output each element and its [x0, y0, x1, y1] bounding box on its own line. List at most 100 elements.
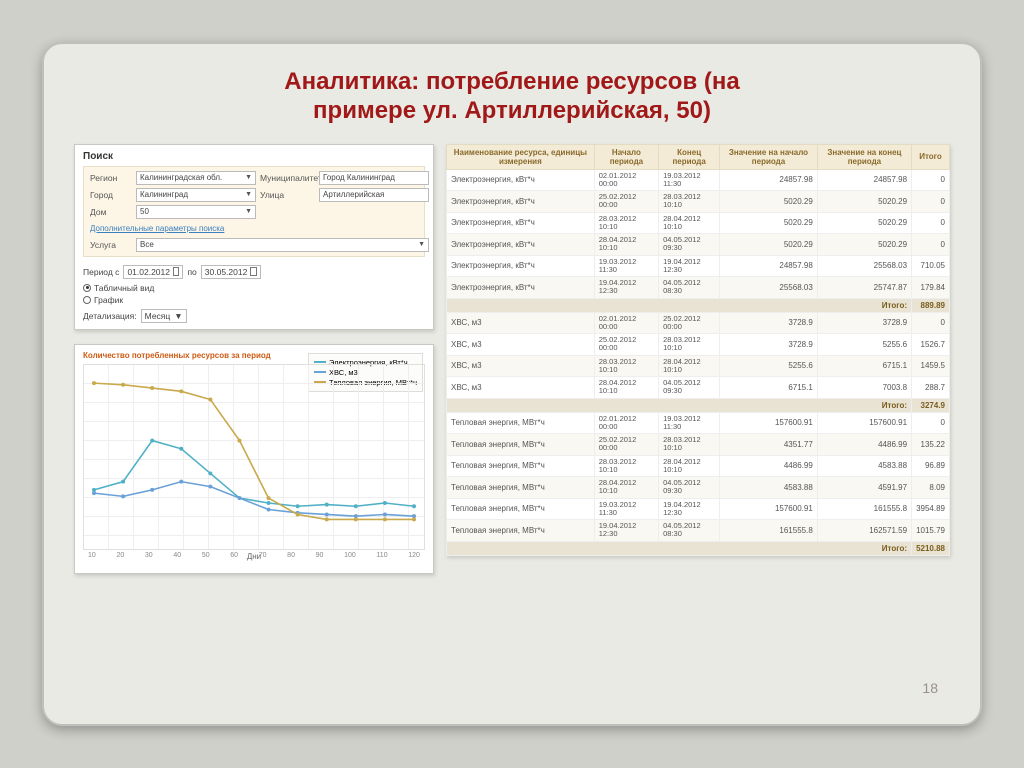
table-row: Электроэнергия, кВт*ч02.01.201200:0019.0…	[447, 169, 950, 191]
x-axis-ticks: 102030405060708090100110120	[84, 552, 424, 559]
radio-table-view[interactable]: Табличный вид	[83, 283, 425, 293]
table-cell: 1459.5	[912, 355, 950, 377]
table-cell: 28.04.201210:10	[594, 234, 658, 256]
table-cell: 5020.29	[720, 234, 818, 256]
table-header-row: Наименование ресурса, единицы измеренияН…	[447, 144, 950, 169]
table-cell: 8.09	[912, 477, 950, 499]
calendar-icon	[250, 267, 256, 276]
chevron-down-icon: ▼	[245, 189, 252, 201]
subtotal-row: Итого:3274.9	[447, 398, 950, 412]
table-cell: 4351.77	[720, 434, 818, 456]
table-cell: 5020.29	[817, 191, 911, 213]
chevron-down-icon: ▼	[418, 239, 425, 251]
detal-select[interactable]: Месяц▼	[141, 309, 187, 323]
chart-svg	[84, 365, 424, 549]
table-cell: 0	[912, 169, 950, 191]
slide-frame: Аналитика: потребление ресурсов (на прим…	[42, 42, 982, 726]
table-cell: 04.05.201209:30	[659, 377, 720, 399]
table-row: Тепловая энергия, МВт*ч28.04.201210:1004…	[447, 477, 950, 499]
table-row: Электроэнергия, кВт*ч28.03.201210:1028.0…	[447, 212, 950, 234]
table-cell: 28.04.201210:10	[594, 377, 658, 399]
left-column: Поиск Регион Калининградская обл.▼ Муниц…	[74, 144, 434, 574]
table-cell: 6715.1	[720, 377, 818, 399]
page-number: 18	[922, 680, 938, 696]
city-label: Город	[90, 190, 132, 200]
city-select[interactable]: Калининград▼	[136, 188, 256, 202]
table-body: Электроэнергия, кВт*ч02.01.201200:0019.0…	[447, 169, 950, 555]
table-cell: 02.01.201200:00	[594, 412, 658, 434]
street-select[interactable]: Артиллерийская	[319, 188, 429, 202]
table-cell: 4583.88	[720, 477, 818, 499]
date-from-input[interactable]: 01.02.2012	[123, 265, 183, 279]
table-cell: 28.03.201210:10	[594, 355, 658, 377]
table-cell: 4486.99	[720, 455, 818, 477]
table-cell: 19.03.201211:30	[594, 498, 658, 520]
page-title: Аналитика: потребление ресурсов (на прим…	[74, 68, 950, 126]
table-header-cell: Начало периода	[594, 144, 658, 169]
table-cell: 179.84	[912, 277, 950, 299]
table-cell: 161555.8	[817, 498, 911, 520]
table-row: Электроэнергия, кВт*ч25.02.201200:0028.0…	[447, 191, 950, 213]
table-cell: 161555.8	[720, 520, 818, 542]
table-cell: 28.03.201210:10	[659, 191, 720, 213]
table-header-cell: Итого	[912, 144, 950, 169]
table-row: Тепловая энергия, МВт*ч28.03.201210:1028…	[447, 455, 950, 477]
table-cell: 25.02.201200:00	[594, 434, 658, 456]
table-cell: 157600.91	[817, 412, 911, 434]
table-cell: 0	[912, 412, 950, 434]
table-cell: 3954.89	[912, 498, 950, 520]
table-cell: Тепловая энергия, МВт*ч	[447, 434, 595, 456]
period-label: Период с	[83, 267, 119, 277]
table-row: ХВС, м325.02.201200:0028.03.201210:10372…	[447, 334, 950, 356]
table-header-cell: Наименование ресурса, единицы измерения	[447, 144, 595, 169]
table-cell: 1526.7	[912, 334, 950, 356]
table-cell: Тепловая энергия, МВт*ч	[447, 498, 595, 520]
table-cell: 7003.8	[817, 377, 911, 399]
table-cell: 28.04.201210:10	[594, 477, 658, 499]
table-row: Электроэнергия, кВт*ч19.03.201211:3019.0…	[447, 255, 950, 277]
table-cell: 288.7	[912, 377, 950, 399]
title-line-1: Аналитика: потребление ресурсов (на	[284, 68, 739, 95]
service-select[interactable]: Все▼	[136, 238, 429, 252]
table-cell: Тепловая энергия, МВт*ч	[447, 520, 595, 542]
house-select[interactable]: 50▼	[136, 205, 256, 219]
table-cell: 5255.6	[817, 334, 911, 356]
period-to-label: по	[187, 267, 196, 277]
table-cell: 25.02.201200:00	[594, 191, 658, 213]
table-cell: 5020.29	[817, 212, 911, 234]
table-cell: 19.03.201211:30	[594, 255, 658, 277]
table-cell: Тепловая энергия, МВт*ч	[447, 412, 595, 434]
muni-select[interactable]: Город Калининград	[319, 171, 429, 185]
table-cell: 3728.9	[720, 334, 818, 356]
table-row: Тепловая энергия, МВт*ч19.04.201212:3004…	[447, 520, 950, 542]
table-cell: 04.05.201209:30	[659, 477, 720, 499]
table-cell: 02.01.201200:00	[594, 169, 658, 191]
extra-params-link[interactable]: Дополнительные параметры поиска	[90, 224, 429, 233]
service-label: Услуга	[90, 240, 132, 250]
table-cell: 4591.97	[817, 477, 911, 499]
search-grid: Регион Калининградская обл.▼ Муниципалит…	[83, 166, 425, 257]
table-cell: 19.04.201212:30	[594, 277, 658, 299]
table-cell: 28.04.201210:10	[659, 355, 720, 377]
table-cell: 157600.91	[720, 412, 818, 434]
table-cell: 19.04.201212:30	[659, 255, 720, 277]
title-line-2: примере ул. Артиллерийская, 50)	[313, 97, 711, 124]
region-select[interactable]: Калининградская обл.▼	[136, 171, 256, 185]
table-cell: 28.03.201210:10	[659, 434, 720, 456]
radio-chart-view[interactable]: График	[83, 295, 425, 305]
table-cell: 04.05.201209:30	[659, 234, 720, 256]
table-cell: 28.04.201210:10	[659, 212, 720, 234]
radio-icon	[83, 296, 91, 304]
table-cell: 5020.29	[817, 234, 911, 256]
table-cell: 1015.79	[912, 520, 950, 542]
table-cell: Электроэнергия, кВт*ч	[447, 191, 595, 213]
table-row: ХВС, м302.01.201200:0025.02.201200:00372…	[447, 312, 950, 334]
table-cell: 19.03.201211:30	[659, 169, 720, 191]
subtotal-row: Итого:889.89	[447, 298, 950, 312]
table-cell: 25.02.201200:00	[594, 334, 658, 356]
table-cell: 25.02.201200:00	[659, 312, 720, 334]
table-cell: Электроэнергия, кВт*ч	[447, 234, 595, 256]
date-to-input[interactable]: 30.05.2012	[201, 265, 261, 279]
table-cell: 96.89	[912, 455, 950, 477]
table-cell: Тепловая энергия, МВт*ч	[447, 477, 595, 499]
